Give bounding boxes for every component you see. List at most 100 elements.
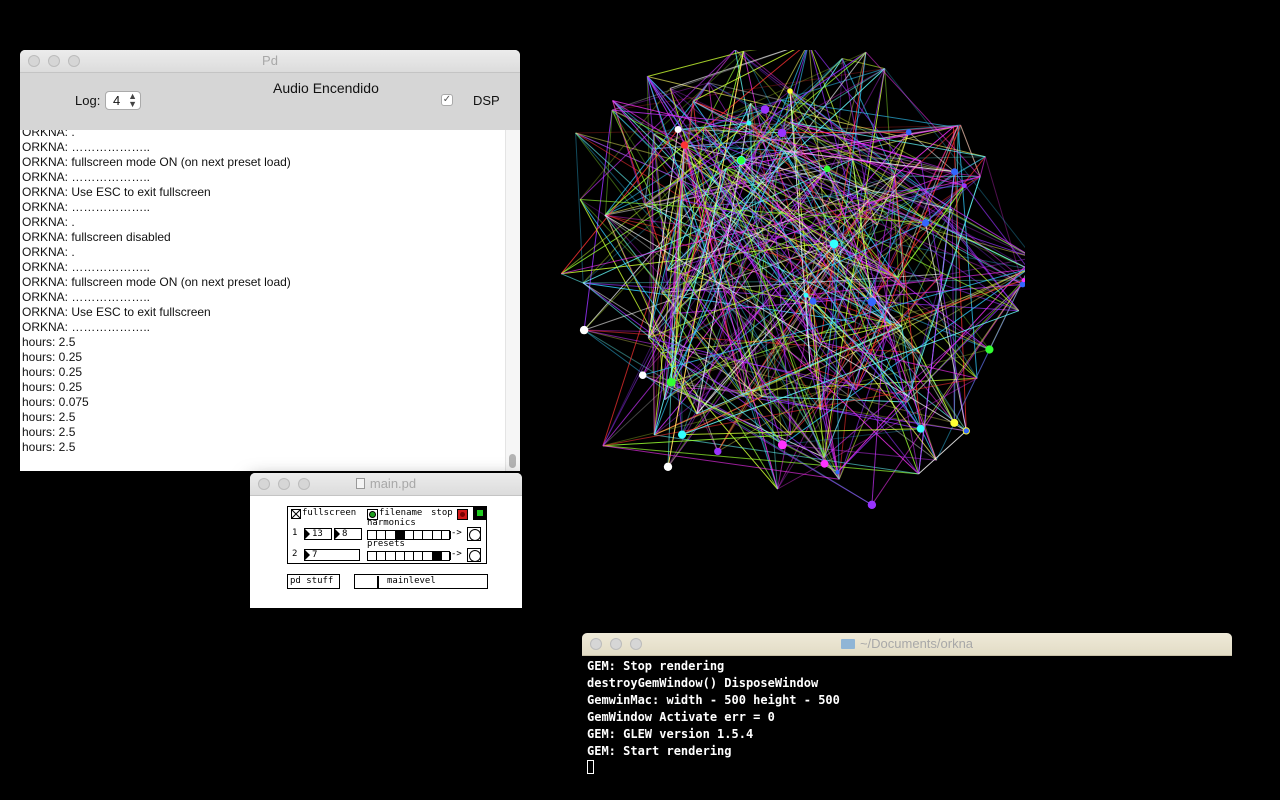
stop-label: stop xyxy=(431,508,453,518)
main-pd-title: main.pd xyxy=(369,476,417,491)
gem-node xyxy=(674,126,682,133)
pd-titlebar[interactable]: Pd xyxy=(20,50,520,73)
gem-node xyxy=(746,120,752,126)
document-icon xyxy=(355,478,365,489)
console-lines: ORKNA: . ORKNA: ……………….. ORKNA: fullscreen… xyxy=(22,130,506,455)
console-line: ORKNA: Use ESC to exit fullscreen xyxy=(22,185,211,199)
console-line: hours: 0.25 xyxy=(22,350,83,364)
scrollbar-thumb[interactable] xyxy=(509,454,516,468)
gem-line xyxy=(605,110,613,215)
console-line: ORKNA: fullscreen mode ON (on next prese… xyxy=(22,275,291,289)
gem-node xyxy=(777,128,787,138)
console-line: hours: 0.075 xyxy=(22,395,89,409)
window-title: ~/Documents/orkna xyxy=(582,636,1232,651)
pd-toolbar: Log: 4 ▲ ▼ Audio Encendido ✓ DSP xyxy=(20,73,520,130)
log-level-value: 4 xyxy=(113,93,121,108)
gem-node xyxy=(760,105,770,114)
gem-node xyxy=(737,156,745,164)
presets-label: presets xyxy=(367,539,405,549)
gem-node xyxy=(638,371,647,380)
slider-step xyxy=(432,552,442,560)
stepper-arrows-icon: ▲ ▼ xyxy=(128,91,137,109)
console-scrollbar[interactable] xyxy=(505,130,520,471)
slider-step xyxy=(386,531,396,539)
number-box-7-value: 7 xyxy=(312,550,318,560)
slider-step xyxy=(386,552,396,560)
terminal-window: ~/Documents/orkna GEM: Stop rendering des… xyxy=(582,633,1232,779)
number-box-7[interactable]: 7 xyxy=(304,549,360,561)
gem-node xyxy=(678,430,687,439)
gem-node xyxy=(867,500,877,509)
gem-node xyxy=(787,88,793,94)
terminal-line: GEM: GLEW version 1.5.4 xyxy=(587,727,754,741)
slider-step xyxy=(442,531,451,539)
console-line: hours: 0.25 xyxy=(22,380,83,394)
patch-canvas: fullscreen filename stop harmonics 1 13 … xyxy=(250,496,522,608)
fullscreen-toggle[interactable] xyxy=(291,509,301,519)
log-level-select[interactable]: 4 ▲ ▼ xyxy=(105,91,141,110)
mainlevel-slider[interactable]: mainlevel xyxy=(354,574,488,589)
pd-stuff-label: pd stuff xyxy=(290,576,334,586)
console-line: hours: 2.5 xyxy=(22,425,76,439)
bang-circle-icon xyxy=(469,550,481,562)
console-line: hours: 0.25 xyxy=(22,365,83,379)
gem-node xyxy=(921,219,930,227)
terminal-titlebar[interactable]: ~/Documents/orkna xyxy=(582,633,1232,656)
harmonics-bang[interactable] xyxy=(467,527,481,541)
gem-line xyxy=(871,279,1025,506)
gem-node xyxy=(951,168,958,176)
filename-indicator-icon xyxy=(369,511,376,518)
terminal-line: GEM: Stop rendering xyxy=(587,659,725,673)
slider-step xyxy=(377,531,387,539)
gem-line xyxy=(561,273,584,284)
slider-step xyxy=(368,552,378,560)
terminal-title: ~/Documents/orkna xyxy=(859,636,974,651)
console-line: hours: 2.5 xyxy=(22,440,76,454)
stop-button[interactable] xyxy=(457,509,468,520)
gem-node xyxy=(867,297,877,307)
log-label: Log: xyxy=(75,93,101,108)
run-button[interactable] xyxy=(473,506,487,520)
mainlevel-handle[interactable] xyxy=(377,576,379,588)
number-box-8[interactable]: 8 xyxy=(334,528,362,540)
main-pd-titlebar[interactable]: main.pd xyxy=(250,473,522,496)
terminal-line: GEM: Start rendering xyxy=(587,744,732,758)
presets-arrow: -> xyxy=(451,549,462,559)
console-line: ORKNA: Use ESC to exit fullscreen xyxy=(22,305,211,319)
gem-line xyxy=(906,279,1025,403)
gem-line xyxy=(890,279,1025,326)
gem-node xyxy=(963,428,969,434)
console-line: ORKNA: . xyxy=(22,215,75,229)
gem-render-output xyxy=(525,41,1037,550)
gem-node xyxy=(809,297,817,305)
console-line: ORKNA: . xyxy=(22,130,75,139)
dsp-checkbox[interactable]: ✓ xyxy=(441,94,453,106)
main-pd-window: main.pd fullscreen filename stop harmoni… xyxy=(250,473,522,608)
row-2-label: 2 xyxy=(292,549,298,559)
gem-node xyxy=(985,345,994,354)
number-box-8-value: 8 xyxy=(342,529,348,539)
console-line: ORKNA: ……………….. xyxy=(22,140,151,154)
terminal-output[interactable]: GEM: Stop rendering destroyGemWindow() Di… xyxy=(587,658,1232,779)
presets-slider[interactable] xyxy=(367,551,451,561)
gem-node xyxy=(962,183,967,189)
slider-step xyxy=(405,552,415,560)
console-line: hours: 2.5 xyxy=(22,410,76,424)
gem-node xyxy=(579,325,589,335)
audio-status: Audio Encendido xyxy=(273,80,379,96)
row-1-label: 1 xyxy=(292,528,298,538)
stop-dot-icon xyxy=(460,512,465,517)
presets-bang[interactable] xyxy=(467,548,481,562)
terminal-line: GemWindow Activate err = 0 xyxy=(587,710,775,724)
console-line: ORKNA: fullscreen disabled xyxy=(22,230,171,244)
number-box-13-value: 13 xyxy=(312,529,323,539)
pd-stuff-subpatch[interactable]: pd stuff xyxy=(287,574,340,589)
gem-node xyxy=(950,418,959,427)
terminal-prompt[interactable] xyxy=(587,760,1232,777)
gem-node xyxy=(803,292,809,298)
gem-node xyxy=(823,165,831,173)
gem-node xyxy=(714,447,722,456)
filename-label: filename xyxy=(379,508,423,518)
number-box-13[interactable]: 13 xyxy=(304,528,332,540)
gem-line xyxy=(647,50,744,77)
